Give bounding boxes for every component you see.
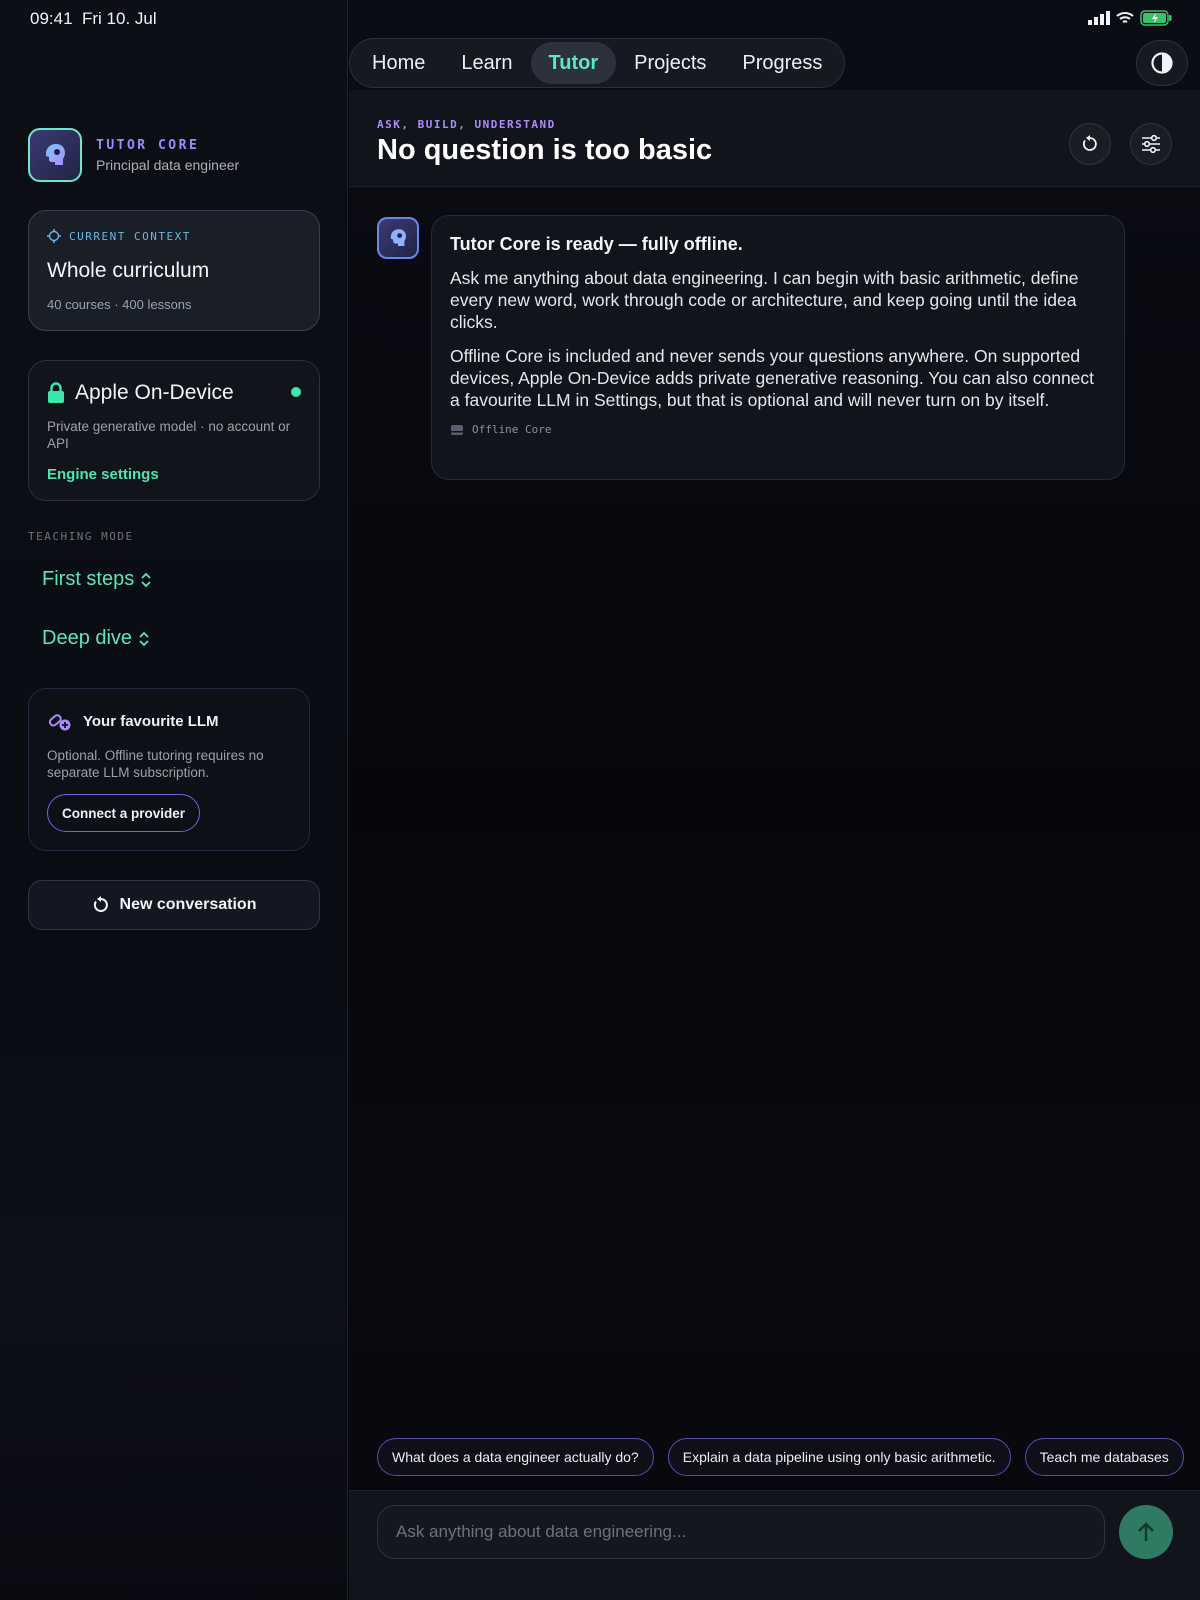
tab-home[interactable]: Home — [354, 42, 443, 84]
new-conversation-button[interactable]: New conversation — [28, 880, 320, 930]
brand-subtitle: Principal data engineer — [96, 156, 240, 173]
engine-header: Apple On-Device — [47, 381, 234, 405]
chip-icon — [451, 424, 463, 435]
suggestion-chip[interactable]: What does a data engineer actually do? — [377, 1438, 654, 1476]
depth-picker[interactable]: Deep dive — [42, 627, 150, 650]
new-conversation-label: New conversation — [119, 896, 257, 913]
engine-title: Apple On-Device — [75, 381, 234, 404]
tab-learn[interactable]: Learn — [443, 42, 530, 84]
llm-description: Optional. Offline tutoring requires no s… — [47, 748, 264, 780]
tutor-main: Home Learn Tutor Projects Progress ASK, … — [349, 0, 1200, 1600]
contrast-icon — [1151, 52, 1173, 74]
suggestion-chip[interactable]: Explain a data pipeline using only basic… — [667, 1438, 1011, 1476]
message-paragraph: Ask me anything about data engineering. … — [450, 268, 1079, 332]
sidebar: 09:41 Fri 10. Jul TUTOR CORE Principal d… — [0, 0, 348, 1600]
status-time: 09:41 Fri 10. Jul — [30, 9, 157, 29]
link-plus-icon — [48, 714, 71, 731]
brand-title: TUTOR CORE — [96, 137, 200, 153]
header-eyebrow: ASK, BUILD, UNDERSTAND — [377, 118, 556, 131]
tutor-message: Tutor Core is ready — fully offline. Ask… — [431, 215, 1125, 480]
tab-tutor[interactable]: Tutor — [530, 42, 617, 84]
wifi-icon — [1116, 12, 1134, 23]
suggestion-chip[interactable]: Teach me databases — [1024, 1438, 1184, 1476]
message-source-label: Offline Core — [472, 423, 552, 436]
top-nav-tabs: Home Learn Tutor Projects Progress — [349, 38, 846, 88]
message-input[interactable] — [377, 1505, 1105, 1559]
tutor-avatar — [377, 217, 419, 259]
battery-charging-icon — [1140, 10, 1172, 26]
status-icons — [1088, 10, 1172, 26]
reset-button[interactable] — [1069, 123, 1111, 165]
contrast-toggle-button[interactable] — [1136, 40, 1188, 86]
llm-title: Your favourite LLM — [83, 712, 219, 730]
context-title: Whole curriculum — [47, 259, 210, 282]
refresh-icon — [1082, 135, 1097, 151]
message-title: Tutor Core is ready — fully offline. — [450, 234, 743, 254]
level-picker-value: First steps — [42, 568, 135, 590]
brain-head-icon — [28, 128, 82, 182]
message-source: Offline Core — [450, 423, 1106, 436]
engine-status-dot — [291, 387, 301, 397]
sliders-icon — [1142, 135, 1160, 153]
date: Fri 10. Jul — [82, 9, 157, 28]
brand: TUTOR CORE Principal data engineer — [28, 128, 239, 182]
page-title: No question is too basic — [377, 134, 713, 166]
context-meta: 40 courses · 400 lessons — [47, 297, 192, 312]
connect-provider-button[interactable]: Connect a provider — [47, 794, 201, 832]
current-context-card[interactable]: CURRENT CONTEXT Whole curriculum 40 cour… — [28, 210, 320, 331]
message-paragraph: Offline Core is included and never sends… — [450, 346, 1095, 410]
brain-head-icon — [390, 229, 406, 246]
context-label-text: CURRENT CONTEXT — [69, 229, 191, 243]
chevron-updown-icon — [139, 631, 149, 646]
signal-icon — [1088, 11, 1110, 25]
target-icon — [47, 229, 61, 243]
engine-description: Private generative model · no account or… — [47, 419, 291, 451]
tab-progress[interactable]: Progress — [724, 42, 840, 84]
clock: 09:41 — [30, 9, 73, 28]
engine-settings-link[interactable]: Engine settings — [47, 466, 159, 483]
tab-projects[interactable]: Projects — [616, 42, 724, 84]
llm-header: Your favourite LLM — [47, 709, 219, 733]
suggestion-chips: What does a data engineer actually do? E… — [377, 1438, 1184, 1476]
send-button[interactable] — [1119, 1505, 1173, 1559]
chevron-updown-icon — [141, 572, 151, 587]
engine-card: Apple On-Device Private generative model… — [28, 360, 320, 501]
lock-icon — [48, 382, 64, 403]
teaching-mode-label: TEACHING MODE — [28, 530, 134, 543]
refresh-icon — [93, 896, 108, 912]
depth-picker-value: Deep dive — [42, 627, 133, 649]
context-label: CURRENT CONTEXT — [47, 229, 191, 243]
arrow-up-icon — [1138, 1522, 1154, 1541]
level-picker[interactable]: First steps — [42, 568, 152, 591]
settings-sliders-button[interactable] — [1130, 123, 1172, 165]
favourite-llm-card: Your favourite LLM Optional. Offline tut… — [28, 688, 310, 851]
